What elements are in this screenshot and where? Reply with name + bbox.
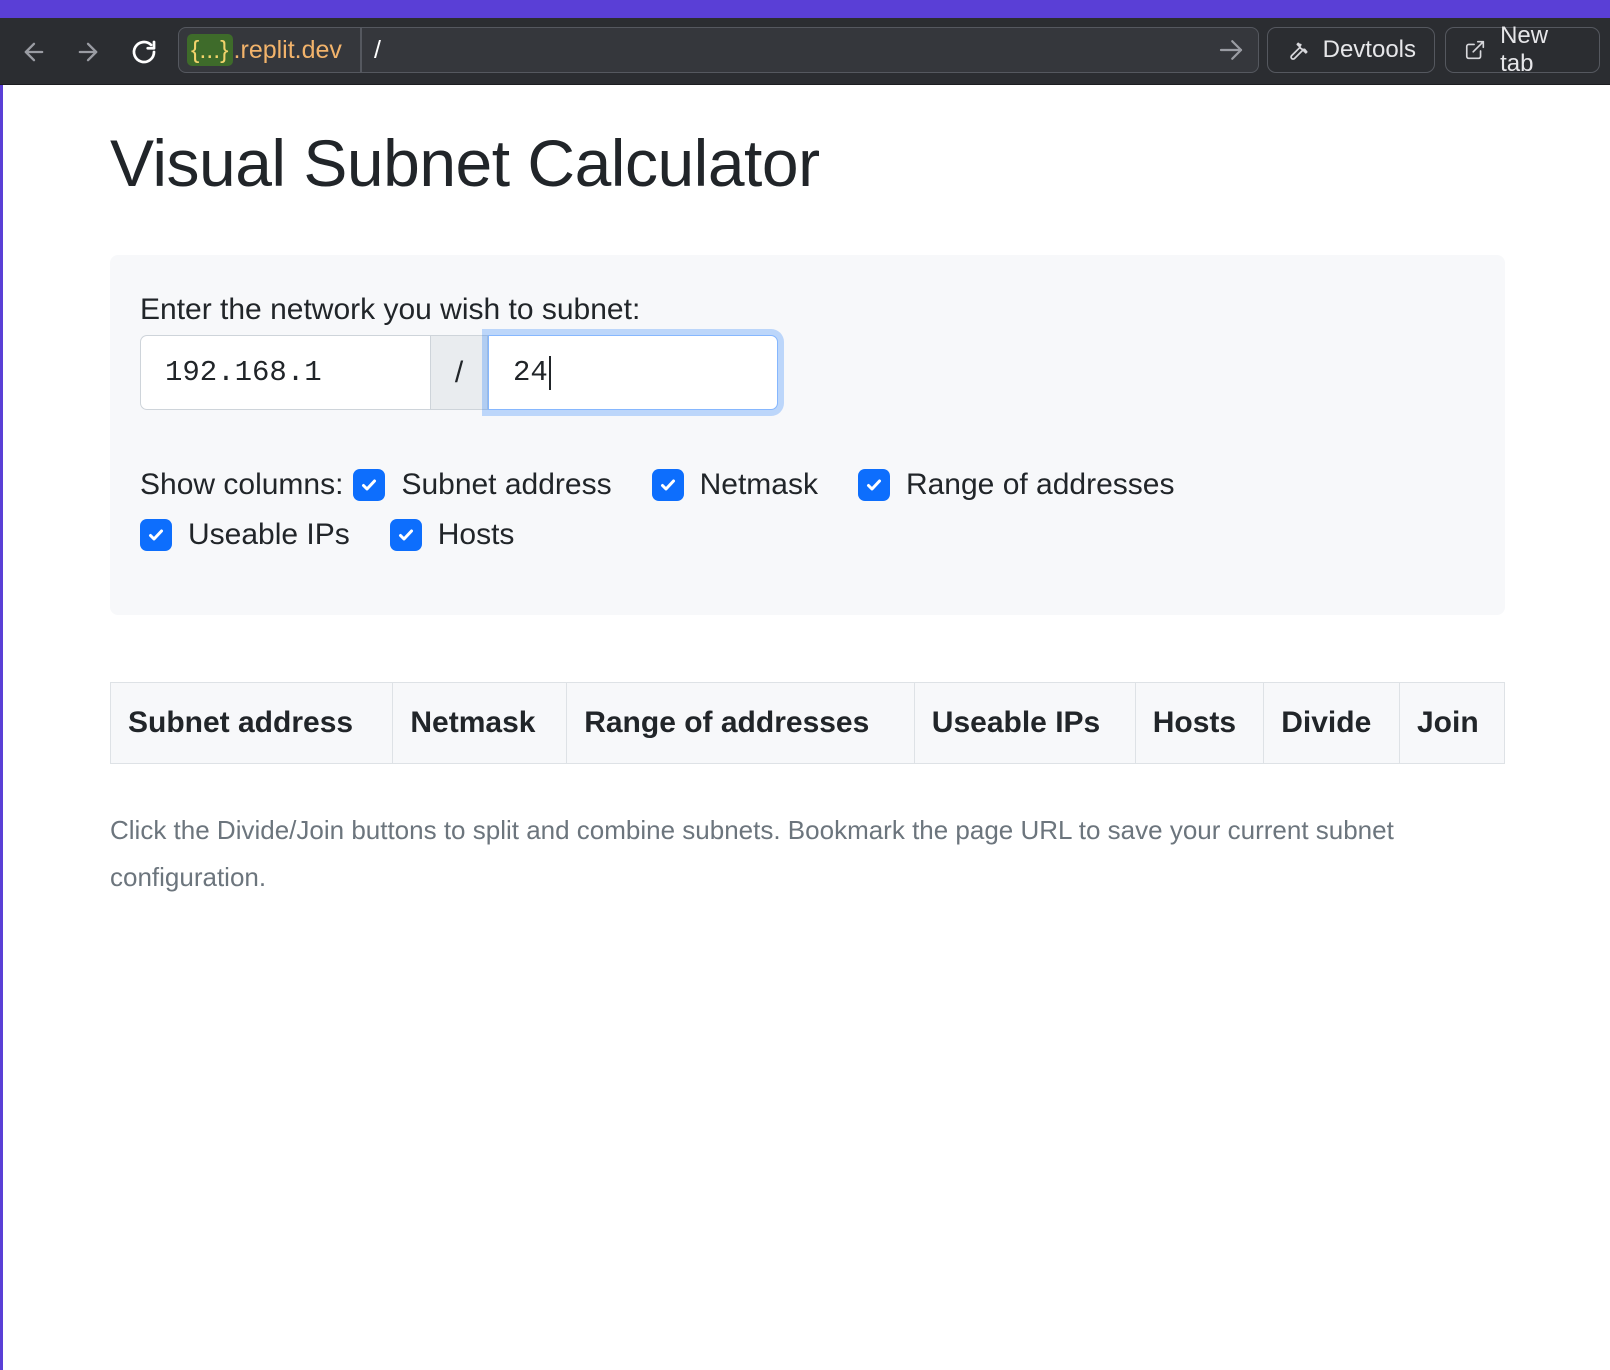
subnet-table: Subnet address Netmask Range of addresse…: [109, 682, 1506, 764]
network-input-group: 192.168.1 / 24: [140, 335, 778, 410]
cidr-slash-label: /: [430, 335, 488, 410]
table-header-row: Subnet address Netmask Range of addresse…: [109, 682, 1506, 764]
checkbox-checked-icon[interactable]: [353, 469, 386, 501]
window-accent-bar: [0, 0, 1610, 18]
page-title: Visual Subnet Calculator: [110, 126, 820, 200]
new-tab-label: New tab: [1500, 22, 1549, 77]
network-address-input[interactable]: 192.168.1: [140, 335, 430, 410]
arrow-left-icon: [24, 42, 44, 62]
column-header-useable-ips: Useable IPs: [913, 682, 1136, 764]
column-header-divide: Divide: [1263, 682, 1400, 764]
checkbox-checked-icon[interactable]: [857, 469, 890, 501]
toggle-useable-ips[interactable]: Useable IPs: [140, 518, 350, 552]
checkbox-checked-icon[interactable]: [651, 469, 684, 501]
toggle-useable-ips-label: Useable IPs: [188, 518, 350, 551]
new-tab-button[interactable]: New tab: [1445, 22, 1600, 77]
external-link-icon: [1465, 40, 1485, 60]
replit-badge: {...}: [187, 34, 233, 66]
column-header-netmask: Netmask: [392, 682, 568, 764]
window-frame: {...} .replit.dev / Devtools New tab Vis…: [0, 0, 1610, 1370]
devtools-label: Devtools: [1322, 36, 1416, 63]
browser-toolbar: {...} .replit.dev / Devtools New tab: [0, 18, 1610, 85]
subnet-table-header: Subnet address Netmask Range of addresse…: [109, 682, 1506, 764]
show-columns-row-2: Useable IPs Hosts: [140, 510, 1480, 560]
column-header-subnet-address: Subnet address: [109, 682, 394, 764]
arrow-right-icon: [78, 42, 98, 62]
checkbox-checked-icon[interactable]: [140, 519, 172, 551]
text-caret: [548, 355, 551, 390]
toggle-hosts[interactable]: Hosts: [389, 518, 515, 552]
toggle-subnet-address-label: Subnet address: [401, 468, 612, 501]
reload-icon: [132, 40, 156, 64]
netmask-bits-value: 24: [513, 356, 548, 389]
network-prompt-label: Enter the network you wish to subnet:: [140, 293, 641, 326]
url-divider: [360, 28, 362, 72]
toggle-subnet-address[interactable]: Subnet address: [353, 468, 612, 502]
netmask-bits-input[interactable]: 24: [488, 335, 778, 410]
url-path[interactable]: /: [374, 34, 381, 66]
back-button[interactable]: [14, 32, 54, 72]
help-text: Click the Divide/Join buttons to split a…: [110, 815, 1394, 892]
column-header-hosts: Hosts: [1134, 682, 1265, 764]
toggle-netmask[interactable]: Netmask: [651, 468, 818, 502]
column-header-range-of-addresses: Range of addresses: [566, 682, 915, 764]
reload-button[interactable]: [124, 32, 164, 72]
page-viewport: Visual Subnet Calculator Enter the netwo…: [3, 85, 1610, 1370]
toggle-range-of-addresses-label: Range of addresses: [905, 468, 1175, 501]
devtools-button[interactable]: Devtools: [1267, 27, 1435, 73]
toggle-range-of-addresses[interactable]: Range of addresses: [857, 468, 1175, 502]
url-host-text: .replit.dev: [233, 35, 342, 64]
address-bar[interactable]: {...} .replit.dev /: [178, 27, 1259, 73]
toggle-netmask-label: Netmask: [699, 468, 818, 501]
url-host: {...} .replit.dev: [187, 34, 342, 66]
wrench-icon: [1290, 42, 1308, 60]
go-arrow-icon[interactable]: [1216, 35, 1246, 65]
network-form-panel: Enter the network you wish to subnet: 19…: [110, 255, 1505, 615]
toggle-hosts-label: Hosts: [437, 518, 515, 551]
checkbox-checked-icon[interactable]: [389, 519, 422, 551]
show-columns-row-1: Show columns: Subnet address Netmask Ran…: [140, 460, 1480, 510]
show-columns-group: Show columns: Subnet address Netmask Ran…: [140, 460, 1480, 560]
column-header-join: Join: [1398, 682, 1506, 764]
forward-button[interactable]: [68, 32, 108, 72]
show-columns-label: Show columns:: [140, 468, 344, 501]
